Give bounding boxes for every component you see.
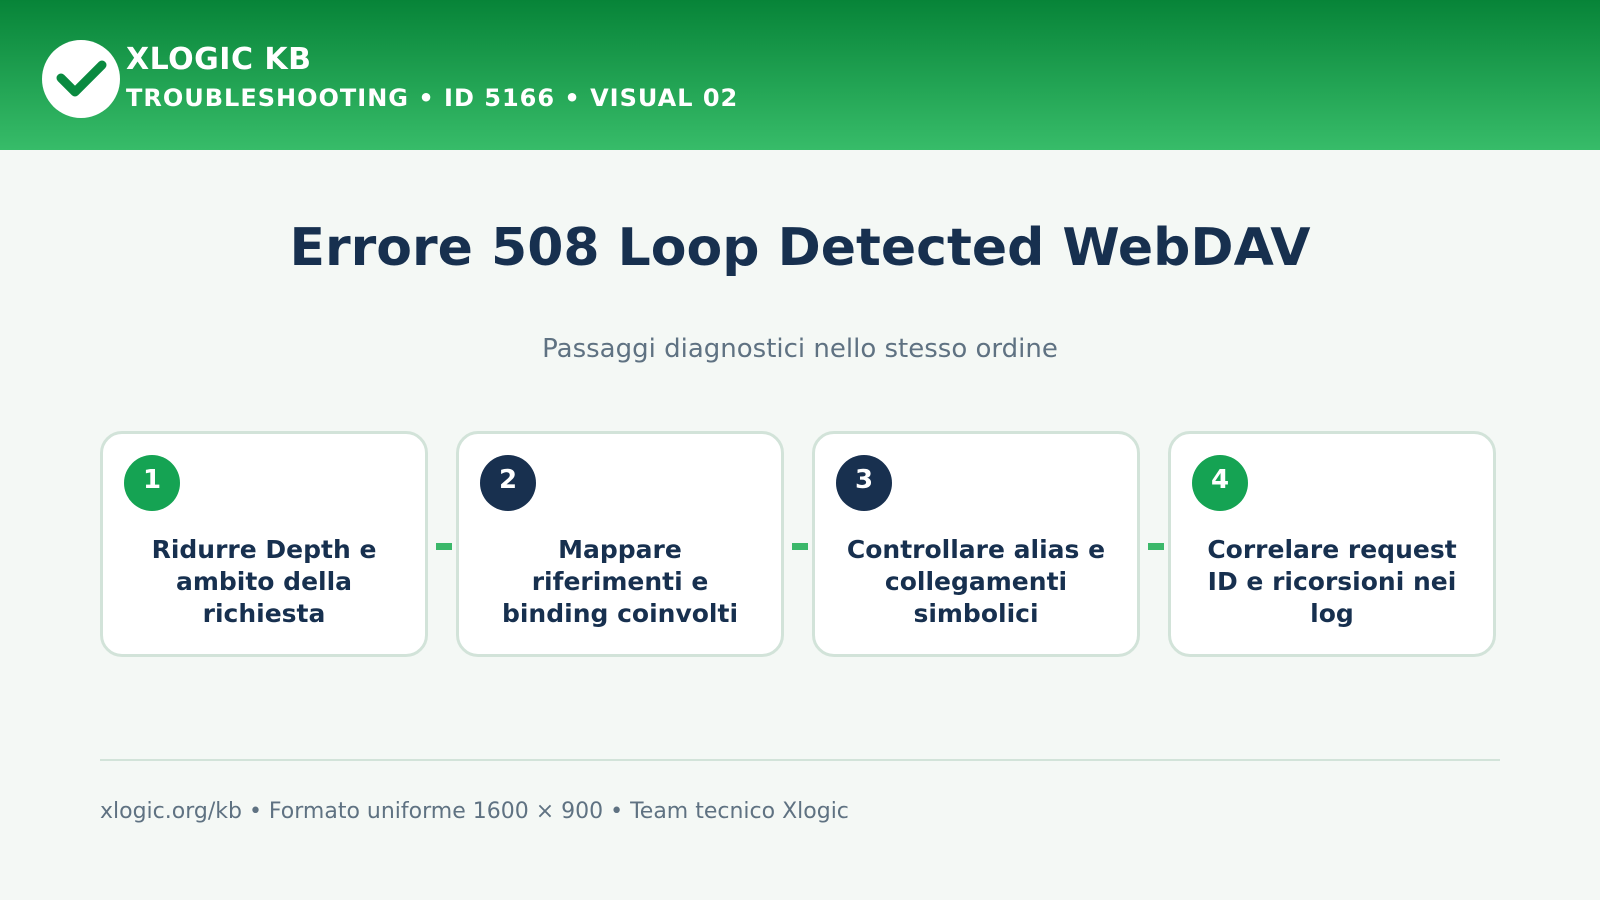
step-text: Correlare request ID e ricorsioni nei lo… xyxy=(1207,535,1457,628)
footer-divider xyxy=(100,759,1500,761)
brand-subtitle: TROUBLESHOOTING • ID 5166 • VISUAL 02 xyxy=(126,84,739,112)
check-icon xyxy=(56,60,107,97)
step-connector xyxy=(792,543,808,550)
step-card-4: 4 Correlare request ID e ricorsioni nei … xyxy=(1168,431,1496,657)
step-number-badge: 1 xyxy=(124,455,180,511)
page-subtitle: Passaggi diagnostici nello stesso ordine xyxy=(542,334,1058,364)
step-connector xyxy=(1148,543,1164,550)
logo-badge xyxy=(42,40,120,118)
step-connector xyxy=(436,543,452,550)
step-text: Ridurre Depth e ambito della richiesta xyxy=(151,535,377,628)
step-number-badge: 4 xyxy=(1192,455,1248,511)
step-card-1: 1 Ridurre Depth e ambito della richiesta xyxy=(100,431,428,657)
step-text: Mappare riferimenti e binding coinvolti xyxy=(501,535,739,628)
step-card-2: 2 Mappare riferimenti e binding coinvolt… xyxy=(456,431,784,657)
step-number-badge: 2 xyxy=(480,455,536,511)
step-text: Controllare alias e collegamenti simboli… xyxy=(846,535,1106,628)
header-banner: XLOGIC KB TROUBLESHOOTING • ID 5166 • VI… xyxy=(0,0,1600,150)
page-title: Errore 508 Loop Detected WebDAV xyxy=(289,218,1311,278)
step-card-3: 3 Controllare alias e collegamenti simbo… xyxy=(812,431,1140,657)
footer-text: xlogic.org/kb • Formato uniforme 1600 × … xyxy=(100,799,849,824)
brand-name: XLOGIC KB xyxy=(126,42,312,77)
step-number-badge: 3 xyxy=(836,455,892,511)
